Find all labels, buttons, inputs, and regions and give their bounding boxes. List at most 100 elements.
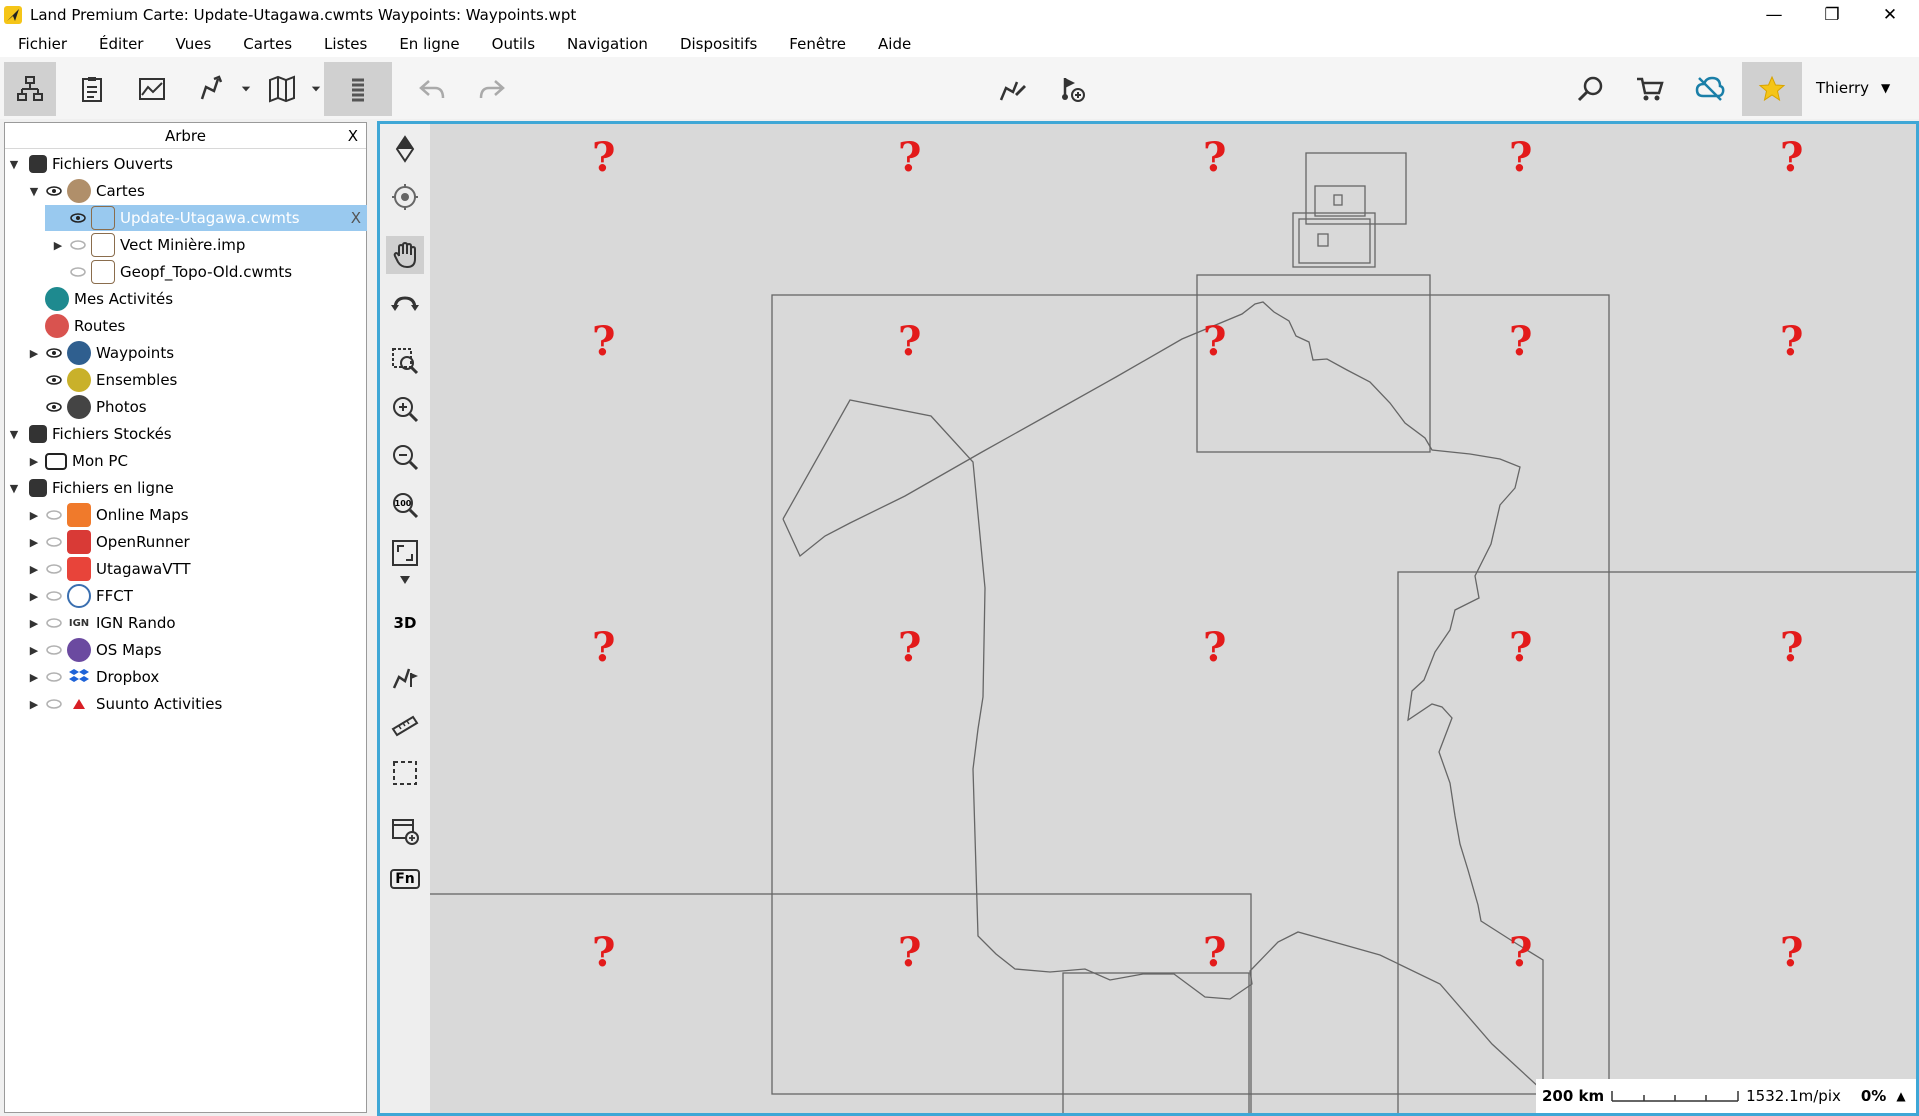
menu-en-ligne[interactable]: En ligne — [387, 35, 471, 53]
eye-icon[interactable] — [45, 374, 63, 386]
tree-item-ensembles[interactable]: Ensembles — [41, 367, 177, 393]
eye-hidden-icon[interactable] — [69, 266, 87, 278]
tree-item-photos[interactable]: Photos — [41, 394, 147, 420]
tree-item-routes[interactable]: Routes — [45, 313, 125, 339]
add-view-button[interactable] — [386, 812, 424, 850]
tree-item-online-maps[interactable]: ▶ Online Maps — [27, 502, 189, 528]
menu-cartes[interactable]: Cartes — [231, 35, 304, 53]
expand-arrow-icon[interactable]: ▼ — [7, 158, 21, 171]
eye-icon[interactable] — [69, 212, 87, 224]
expand-arrow-icon[interactable]: ▶ — [51, 239, 65, 252]
menu-fenetre[interactable]: Fenêtre — [777, 35, 858, 53]
track-button[interactable] — [186, 62, 238, 116]
zoom-out-button[interactable] — [386, 438, 424, 476]
eye-hidden-icon[interactable] — [45, 509, 63, 521]
map-button[interactable] — [256, 62, 308, 116]
expand-arrow-icon[interactable]: ▼ — [7, 428, 21, 441]
tree-item-suunto[interactable]: ▶ Suunto Activities — [27, 691, 223, 717]
remove-map-button[interactable]: X — [351, 209, 361, 227]
fit-view-button[interactable] — [386, 534, 424, 572]
expand-arrow-icon[interactable]: ▶ — [27, 455, 41, 468]
restore-button[interactable]: ❐ — [1803, 0, 1861, 30]
eye-hidden-icon[interactable] — [45, 617, 63, 629]
expand-arrow-icon[interactable]: ▶ — [27, 590, 41, 603]
cloud-sync-button[interactable] — [1684, 62, 1736, 116]
tree-item-fichiers-stockes[interactable]: ▼ Fichiers Stockés — [7, 421, 172, 447]
expand-arrow-icon[interactable]: ▶ — [27, 671, 41, 684]
expand-arrow-icon[interactable]: ▶ — [27, 698, 41, 711]
tree-item-ign-rando[interactable]: ▶ IGN IGN Rando — [27, 610, 176, 636]
favorites-button[interactable] — [1742, 62, 1802, 116]
expand-arrow-icon[interactable]: ▶ — [27, 509, 41, 522]
tree-item-fichiers-ouverts[interactable]: ▼ Fichiers Ouverts — [7, 151, 173, 177]
map-dropdown[interactable] — [306, 62, 326, 116]
shop-button[interactable] — [1624, 62, 1676, 116]
clipboard-button[interactable] — [66, 62, 118, 116]
expand-arrow-icon[interactable]: ▶ — [27, 617, 41, 630]
map-canvas[interactable] — [430, 124, 1919, 1113]
tree-item-mes-activites[interactable]: Mes Activités — [45, 286, 173, 312]
menu-navigation[interactable]: Navigation — [555, 35, 660, 53]
menu-dispositifs[interactable]: Dispositifs — [668, 35, 769, 53]
menu-vues[interactable]: Vues — [163, 35, 223, 53]
pan-tool-button[interactable] — [386, 236, 424, 274]
tree-item-waypoints[interactable]: ▶ Waypoints — [27, 340, 174, 366]
3d-view-button[interactable]: 3D — [386, 604, 424, 642]
draw-track-button[interactable] — [986, 62, 1038, 116]
tree-item-fichiers-en-ligne[interactable]: ▼ Fichiers en ligne — [7, 475, 174, 501]
map-view[interactable]: 100 3D Fn ? ? ? ? ? ? ? ? ? ? ? ? ? ? ? … — [377, 121, 1919, 1116]
tree-item-geopf-topo[interactable]: Geopf_Topo-Old.cwmts — [65, 259, 292, 285]
scale-menu-arrow[interactable]: ▲ — [1896, 1089, 1905, 1103]
menu-fichier[interactable]: Fichier — [6, 35, 79, 53]
close-button[interactable]: ✕ — [1861, 0, 1919, 30]
expand-arrow-icon[interactable]: ▶ — [27, 563, 41, 576]
rotate-button[interactable] — [386, 284, 424, 322]
tree-item-dropbox[interactable]: ▶ Dropbox — [27, 664, 159, 690]
redo-button[interactable] — [466, 62, 518, 116]
track-points-button[interactable] — [386, 658, 424, 696]
tree-close-button[interactable]: X — [348, 123, 358, 149]
add-waypoint-button[interactable] — [1046, 62, 1098, 116]
tree-item-update-utagawa[interactable]: Update-Utagawa.cwmts X — [45, 205, 367, 231]
minimize-button[interactable]: — — [1745, 0, 1803, 30]
zoom-in-button[interactable] — [386, 390, 424, 428]
tree-view-button[interactable] — [4, 62, 56, 116]
expand-arrow-icon[interactable]: ▶ — [27, 644, 41, 657]
menu-listes[interactable]: Listes — [312, 35, 379, 53]
expand-arrow-icon[interactable]: ▶ — [27, 536, 41, 549]
ruler-button[interactable] — [386, 706, 424, 744]
north-button[interactable] — [386, 130, 424, 168]
expand-arrow-icon[interactable]: ▶ — [27, 347, 41, 360]
function-button[interactable]: Fn — [386, 860, 424, 898]
user-menu[interactable]: Thierry ▼ — [1816, 57, 1890, 119]
eye-icon[interactable] — [45, 185, 63, 197]
zoom-area-button[interactable] — [386, 342, 424, 380]
tree-item-utagawavtt[interactable]: ▶ UtagawaVTT — [27, 556, 191, 582]
eye-hidden-icon[interactable] — [45, 563, 63, 575]
select-area-button[interactable] — [386, 754, 424, 792]
track-dropdown[interactable] — [236, 62, 256, 116]
tree-item-mon-pc[interactable]: ▶ Mon PC — [27, 448, 128, 474]
zoom-100-button[interactable]: 100 — [386, 486, 424, 524]
eye-hidden-icon[interactable] — [45, 698, 63, 710]
expand-arrow-icon[interactable]: ▼ — [27, 185, 41, 198]
menu-outils[interactable]: Outils — [480, 35, 547, 53]
eye-hidden-icon[interactable] — [45, 671, 63, 683]
menu-editer[interactable]: Éditer — [87, 35, 155, 53]
expand-arrow-icon[interactable]: ▼ — [7, 482, 21, 495]
tree-item-openrunner[interactable]: ▶ OpenRunner — [27, 529, 190, 555]
more-tools-dropdown[interactable] — [386, 570, 424, 590]
eye-icon[interactable] — [45, 347, 63, 359]
eye-hidden-icon[interactable] — [69, 239, 87, 251]
eye-hidden-icon[interactable] — [45, 590, 63, 602]
locate-button[interactable] — [386, 178, 424, 216]
tree-item-ffct[interactable]: ▶ FFCT — [27, 583, 133, 609]
profile-chart-button[interactable] — [126, 62, 178, 116]
layers-button[interactable] — [324, 62, 392, 116]
undo-button[interactable] — [406, 62, 458, 116]
eye-hidden-icon[interactable] — [45, 536, 63, 548]
tree-item-cartes[interactable]: ▼ Cartes — [27, 178, 145, 204]
search-button[interactable] — [1564, 62, 1616, 116]
menu-aide[interactable]: Aide — [866, 35, 923, 53]
tree-item-vect-miniere[interactable]: ▶ Vect Minière.imp — [51, 232, 245, 258]
